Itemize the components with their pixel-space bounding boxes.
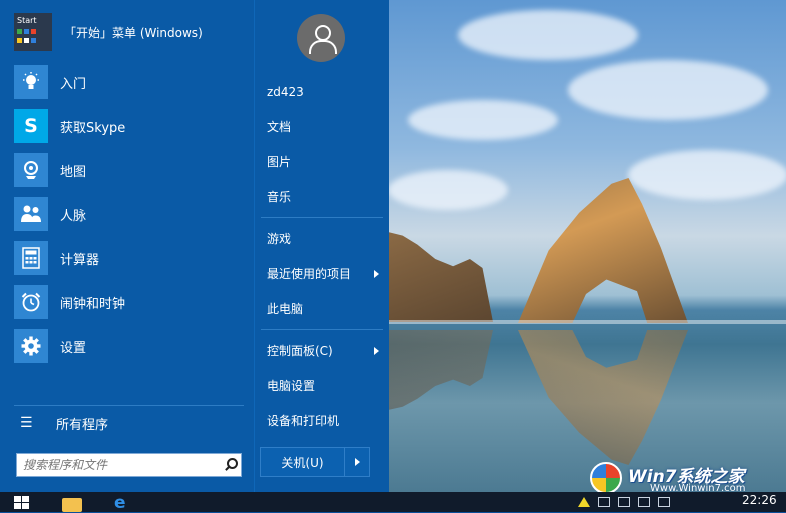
app-item-calculator[interactable]: 计算器 xyxy=(14,236,244,280)
rock-reflection xyxy=(518,330,688,465)
app-item-get-skype[interactable]: S 获取Skype xyxy=(14,104,244,148)
edge-browser-icon[interactable]: e xyxy=(114,495,132,512)
start-menu: Start 「开始」菜单 (Windows) 入门 S 获取Skype 地图 人… xyxy=(0,0,389,492)
app-item-getting-started[interactable]: 入门 xyxy=(14,60,244,104)
people-icon xyxy=(14,197,48,231)
search-box xyxy=(16,453,242,477)
app-label: 获取Skype xyxy=(60,120,126,136)
action-center-icon[interactable] xyxy=(618,497,630,507)
place-pc-settings[interactable]: 电脑设置 xyxy=(255,368,389,403)
alarm-clock-icon xyxy=(14,285,48,319)
place-games[interactable]: 游戏 xyxy=(255,221,389,256)
app-item-people[interactable]: 人脉 xyxy=(14,192,244,236)
all-programs-label: 所有程序 xyxy=(56,417,109,433)
start-menu-header[interactable]: Start 「开始」菜单 (Windows) xyxy=(14,12,203,52)
cliff-reflection xyxy=(388,330,493,410)
file-explorer-icon[interactable] xyxy=(62,498,82,512)
place-recent-items-label: 最近使用的项目 xyxy=(267,267,352,281)
app-label: 地图 xyxy=(60,164,87,180)
start-menu-title: 「开始」菜单 (Windows) xyxy=(64,25,203,40)
shutdown-options-chevron-icon[interactable] xyxy=(345,448,369,476)
windows-logo-icon xyxy=(590,462,622,494)
app-item-settings[interactable]: 设置 xyxy=(14,324,244,368)
app-label: 入门 xyxy=(60,76,87,92)
chevron-right-icon xyxy=(374,270,379,278)
app-label: 人脉 xyxy=(60,208,87,224)
lightbulb-icon xyxy=(14,65,48,99)
warning-icon[interactable] xyxy=(578,497,590,507)
place-pictures[interactable]: 图片 xyxy=(255,144,389,179)
divider xyxy=(14,405,244,406)
pinned-app-list: 入门 S 获取Skype 地图 人脉 计算器 闹钟和时钟 设置 xyxy=(14,60,244,368)
watermark: Win7系统之家 Www.Winwin7.com xyxy=(590,462,786,496)
system-tray xyxy=(578,492,670,512)
start-menu-right-pane: zd423 文档 图片 音乐 游戏 最近使用的项目 此电脑 控制面板(C) 电脑… xyxy=(254,0,389,492)
shoreline xyxy=(388,320,786,324)
all-programs-button[interactable]: ☰ 所有程序 xyxy=(14,410,108,436)
volume-icon[interactable] xyxy=(638,497,650,507)
shutdown-control: 关机(U) xyxy=(260,447,370,477)
shutdown-button[interactable]: 关机(U) xyxy=(261,448,345,476)
search-icon[interactable] xyxy=(223,457,239,473)
place-documents[interactable]: 文档 xyxy=(255,109,389,144)
user-body-icon xyxy=(309,40,337,54)
map-pin-icon xyxy=(14,153,48,187)
place-devices-printers[interactable]: 设备和打印机 xyxy=(255,403,389,438)
place-recent-items[interactable]: 最近使用的项目 xyxy=(255,256,389,291)
places-list: zd423 文档 图片 音乐 游戏 最近使用的项目 此电脑 控制面板(C) 电脑… xyxy=(255,74,389,438)
desktop-wallpaper xyxy=(388,0,786,492)
place-music[interactable]: 音乐 xyxy=(255,179,389,214)
calculator-icon xyxy=(14,241,48,275)
user-head-icon xyxy=(315,25,331,41)
skype-icon: S xyxy=(14,109,48,143)
place-control-panel[interactable]: 控制面板(C) xyxy=(255,333,389,368)
sea-arch-rock xyxy=(518,178,688,323)
chevron-right-icon xyxy=(374,347,379,355)
start-menu-tile-icon: Start xyxy=(14,13,52,51)
user-avatar[interactable] xyxy=(297,14,345,62)
network-icon[interactable] xyxy=(598,497,610,507)
place-control-panel-label: 控制面板(C) xyxy=(267,344,333,358)
search-input[interactable] xyxy=(17,458,219,472)
ime-icon[interactable] xyxy=(658,497,670,507)
divider xyxy=(261,217,383,218)
app-label: 计算器 xyxy=(60,252,100,268)
app-label: 设置 xyxy=(60,340,87,356)
start-tile-text: Start xyxy=(17,16,37,25)
app-item-maps[interactable]: 地图 xyxy=(14,148,244,192)
list-icon: ☰ xyxy=(20,415,33,431)
windows-start-icon[interactable] xyxy=(14,496,30,512)
app-item-alarms-clock[interactable]: 闹钟和时钟 xyxy=(14,280,244,324)
start-menu-left-pane: Start 「开始」菜单 (Windows) 入门 S 获取Skype 地图 人… xyxy=(0,0,254,492)
gear-icon xyxy=(14,329,48,363)
place-this-pc[interactable]: 此电脑 xyxy=(255,291,389,326)
taskbar-clock[interactable]: 22:26 xyxy=(742,493,777,507)
taskbar: e 22:26 xyxy=(0,492,786,512)
place-user-folder[interactable]: zd423 xyxy=(255,74,389,109)
cliff xyxy=(388,232,493,322)
divider xyxy=(261,329,383,330)
app-label: 闹钟和时钟 xyxy=(60,296,126,312)
